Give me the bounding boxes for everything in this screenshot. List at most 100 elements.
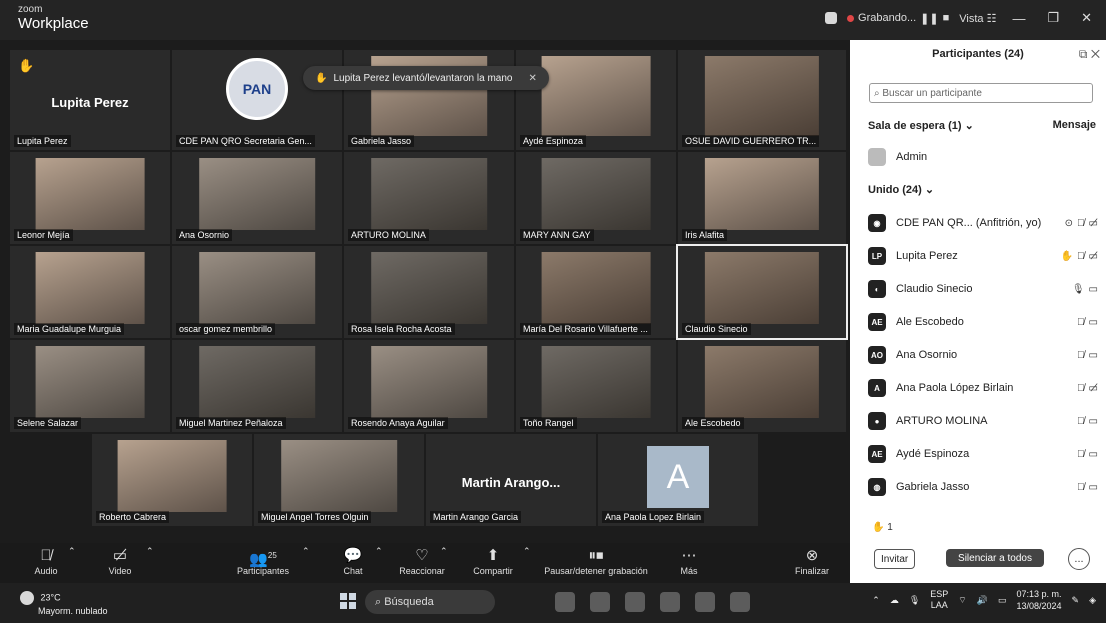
taskbar-app-icon[interactable]	[625, 592, 645, 612]
video-tile[interactable]: PAN CDE PAN QRO Secretaria Gen...	[172, 50, 342, 150]
video-tile[interactable]: MARY ANN GAY	[516, 152, 676, 244]
taskbar-app-icon[interactable]	[555, 592, 575, 612]
wifi-icon[interactable]: ⌔	[958, 595, 966, 606]
zoom-app-icon[interactable]	[730, 592, 750, 612]
video-tile[interactable]: Martin Arango... Martin Arango Garcia	[426, 434, 596, 526]
mic-muted-icon[interactable]: 🎙̸	[1077, 350, 1085, 361]
stop-record-icon[interactable]: ■	[943, 12, 950, 24]
video-icon[interactable]: ▭	[1089, 482, 1098, 493]
share-button[interactable]: ⬆ Compartir	[468, 546, 518, 576]
video-tile[interactable]: ✋ Lupita Perez Lupita Perez	[10, 50, 170, 150]
participant-row[interactable]: ◍ Gabriela Jasso 🎙̸ ▭	[868, 474, 1098, 500]
close-button[interactable]: ✕	[1075, 10, 1098, 26]
video-tile[interactable]: Rosa Isela Rocha Acosta	[344, 246, 514, 338]
clock[interactable]: 07:13 p. m. 13/08/2024	[1016, 588, 1061, 612]
joined-header[interactable]: Unido (24) ⌄	[868, 183, 934, 196]
raised-hand-notification[interactable]: ✋ Lupita Perez levantó/levantaron la man…	[303, 66, 549, 90]
waiting-list-item[interactable]: Admin	[868, 144, 1098, 170]
recording-indicator[interactable]: Grabando... ❚❚ ■	[847, 12, 949, 25]
volume-icon[interactable]: 🔊	[977, 595, 988, 606]
chat-button[interactable]: 💬 Chat	[338, 546, 368, 576]
video-tile[interactable]: oscar gomez membrillo	[172, 246, 342, 338]
participant-row[interactable]: A Ana Paola López Birlain 🎙̸ ▭̸	[868, 375, 1098, 401]
notification-icon[interactable]: ✎	[1072, 595, 1080, 606]
windows-start-icon[interactable]	[340, 593, 356, 609]
video-tile[interactable]: Ana Osornio	[172, 152, 342, 244]
cloud-icon[interactable]: ☁	[890, 595, 899, 606]
video-tile[interactable]: Gabriela Jasso	[344, 50, 514, 150]
minimize-button[interactable]: —	[1006, 11, 1031, 26]
mic-muted-icon[interactable]: 🎙̸	[1077, 482, 1085, 493]
video-icon[interactable]: ▭	[1089, 284, 1098, 295]
mic-icon[interactable]: 🎙	[1072, 284, 1085, 295]
video-tile[interactable]: Rosendo Anaya Aguilar	[344, 340, 514, 432]
mic-muted-icon[interactable]: 🎙̸	[1077, 383, 1085, 394]
audio-button[interactable]: 🎙̸ Audio	[30, 546, 62, 576]
video-tile[interactable]: Miguel Angel Torres Olguin	[254, 434, 424, 526]
video-tile[interactable]: Toño Rangel	[516, 340, 676, 432]
mic-muted-icon[interactable]: 🎙̸	[1077, 251, 1085, 262]
pause-stop-recording-button[interactable]: ⏸⏹ Pausar/detener grabación	[540, 546, 652, 576]
video-tile[interactable]: Ale Escobedo	[678, 340, 846, 432]
participant-row[interactable]: LP Lupita Perez ✋ 🎙̸ ▭̸	[868, 243, 1098, 269]
participants-options-caret[interactable]: ⌃	[302, 546, 310, 557]
participant-row[interactable]: ◉ CDE PAN QR... (Anfitrión, yo) ⊙ 🎙̸ ▭̸	[868, 210, 1098, 236]
chevron-up-icon[interactable]: ⌃	[872, 595, 880, 606]
pause-record-icon[interactable]: ❚❚	[920, 12, 938, 25]
maximize-button[interactable]: ❐	[1041, 10, 1065, 26]
participant-row[interactable]: AE Ale Escobedo 🎙̸ ▭	[868, 309, 1098, 335]
popout-icon[interactable]: ⧉	[1079, 47, 1088, 61]
battery-icon[interactable]: ▭	[998, 595, 1007, 606]
react-options-caret[interactable]: ⌃	[440, 546, 448, 557]
view-button[interactable]: Vista ☷	[959, 12, 996, 25]
invite-button[interactable]: Invitar	[874, 549, 916, 569]
mic-icon[interactable]: 🎙	[909, 595, 920, 606]
video-tile[interactable]: Maria Guadalupe Murguia	[10, 246, 170, 338]
close-panel-icon[interactable]: ✕	[1091, 47, 1100, 61]
video-icon[interactable]: ▭	[1089, 317, 1098, 328]
audio-options-caret[interactable]: ⌃	[68, 546, 76, 557]
video-off-icon[interactable]: ▭̸	[1089, 251, 1098, 262]
more-button[interactable]: ⋯ Más	[676, 546, 702, 576]
share-options-caret[interactable]: ⌃	[523, 546, 531, 557]
security-shield-icon[interactable]	[825, 12, 838, 24]
mic-muted-icon[interactable]: 🎙̸	[1077, 218, 1085, 229]
weather-widget[interactable]: 23°C Mayorm. nublado	[20, 591, 108, 617]
video-tile[interactable]: Roberto Cabrera	[92, 434, 252, 526]
video-tile[interactable]: A Ana Paola Lopez Birlain	[598, 434, 758, 526]
video-tile-active[interactable]: Claudio Sinecio	[676, 244, 848, 340]
participant-row[interactable]: AO Ana Osornio 🎙̸ ▭	[868, 342, 1098, 368]
mute-all-button[interactable]: Silenciar a todos	[946, 549, 1044, 567]
mic-muted-icon[interactable]: 🎙̸	[1077, 449, 1085, 460]
video-tile[interactable]: María Del Rosario Villafuerte ...	[516, 246, 676, 338]
video-off-icon[interactable]: ▭̸	[1089, 383, 1098, 394]
more-options-button[interactable]: ...	[1068, 548, 1090, 570]
language-indicator[interactable]: ESP LAA	[930, 589, 948, 611]
chat-options-caret[interactable]: ⌃	[375, 546, 383, 557]
video-icon[interactable]: ▭	[1089, 449, 1098, 460]
video-tile[interactable]: Aydé Espinoza	[516, 50, 676, 150]
video-icon[interactable]: ▭	[1089, 416, 1098, 427]
mic-muted-icon[interactable]: 🎙̸	[1077, 317, 1085, 328]
participant-row[interactable]: AE Aydé Espinoza 🎙̸ ▭	[868, 441, 1098, 467]
taskbar-search[interactable]: ⌕ Búsqueda	[365, 590, 495, 614]
end-button[interactable]: ⊗ Finalizar	[792, 546, 832, 576]
participant-row[interactable]: ● ARTURO MOLINA 🎙̸ ▭	[868, 408, 1098, 434]
video-off-icon[interactable]: ▭̸	[1089, 218, 1098, 229]
video-icon[interactable]: ▭	[1089, 350, 1098, 361]
search-input[interactable]: ⌕ Buscar un participante	[869, 83, 1093, 103]
mic-muted-icon[interactable]: 🎙̸	[1077, 416, 1085, 427]
video-options-caret[interactable]: ⌃	[146, 546, 154, 557]
video-tile[interactable]: Selene Salazar	[10, 340, 170, 432]
file-explorer-icon[interactable]	[590, 592, 610, 612]
video-tile[interactable]: Miguel Martinez Peñaloza	[172, 340, 342, 432]
message-button[interactable]: Mensaje	[1053, 119, 1096, 131]
participants-button[interactable]: 👥25 Participantes	[230, 546, 296, 576]
video-tile[interactable]: Iris Alafita	[678, 152, 846, 244]
video-button[interactable]: ▭̸ Video	[102, 546, 138, 576]
participant-row[interactable]: ◐ Claudio Sinecio 🎙 ▭	[868, 276, 1098, 302]
video-tile[interactable]: OSUE DAVID GUERRERO TR...	[678, 50, 846, 150]
word-icon[interactable]	[695, 592, 715, 612]
chrome-icon[interactable]	[660, 592, 680, 612]
close-notification-button[interactable]: ✕	[528, 73, 536, 84]
